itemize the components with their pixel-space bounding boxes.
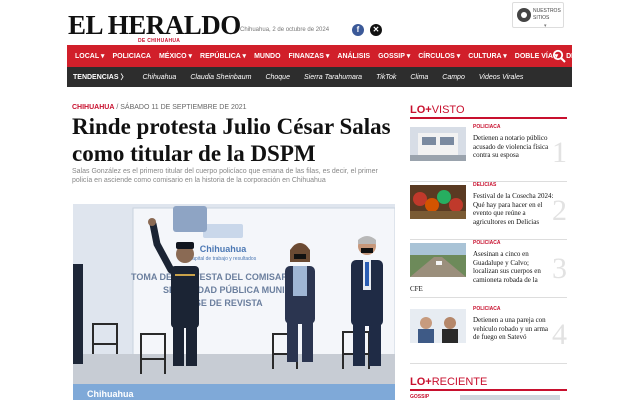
our-sites-button[interactable]: NUESTROS SITIOS ▾ bbox=[512, 2, 564, 29]
most-viewed-title[interactable]: Asesinan a cinco en Guadalupe y Calvo; l… bbox=[473, 250, 555, 284]
most-viewed-thumbnail[interactable] bbox=[410, 185, 466, 219]
most-viewed-rank: 2 bbox=[552, 194, 567, 227]
nav-item-policiaca[interactable]: POLICIACA bbox=[108, 53, 155, 60]
article-photo-scene: Chihuahua capital de trabajo y resultado… bbox=[73, 204, 395, 400]
facebook-icon[interactable]: f bbox=[352, 24, 364, 36]
most-viewed-item[interactable]: POLICIACA Detienen a una pareja con vehí… bbox=[410, 306, 567, 364]
site-header: EL HERALDO DE CHIHUAHUA Chihuahua, 2 de … bbox=[0, 0, 640, 44]
nav-item-finanzas[interactable]: FINANZAS ▾ bbox=[285, 52, 334, 60]
recent-category[interactable]: GOSSIP bbox=[410, 394, 429, 400]
nav-item-gossip[interactable]: GOSSIP ▾ bbox=[374, 52, 414, 60]
recent-thumbnail[interactable] bbox=[460, 395, 560, 400]
article-summary: Salas González es el primero titular del… bbox=[72, 168, 378, 184]
banner-text-toma: TOMA DE PROTESTA DEL COMISARIO bbox=[131, 272, 297, 282]
recent-heading-lite: RECIENTE bbox=[431, 376, 488, 388]
most-viewed-category[interactable]: POLICIACA bbox=[473, 306, 501, 312]
trending-item[interactable]: Choque bbox=[258, 74, 297, 81]
nav-item-circulos[interactable]: CÍRCULOS ▾ bbox=[414, 52, 464, 60]
most-viewed-thumbnail[interactable] bbox=[410, 309, 466, 343]
most-viewed-rank: 1 bbox=[552, 136, 567, 169]
trending-item[interactable]: Chihuahua bbox=[135, 74, 183, 81]
most-viewed-heading-lite: VISTO bbox=[431, 104, 465, 116]
nav-item-analisis[interactable]: ANÁLISIS bbox=[333, 53, 374, 60]
most-viewed-category[interactable]: POLICIACA bbox=[473, 240, 501, 246]
nav-item-republica[interactable]: REPÚBLICA ▾ bbox=[196, 52, 250, 60]
most-viewed-item[interactable]: DELICIAS Festival de la Cosecha 2024: Qu… bbox=[410, 182, 567, 240]
most-viewed-title[interactable]: Detienen a notario público acusado de vi… bbox=[473, 134, 555, 160]
trending-bar: TENDENCIAS 〉 Chihuahua Claudia Sheinbaum… bbox=[67, 67, 572, 87]
main-nav: LOCAL ▾ POLICIACA MÉXICO ▾ REPÚBLICA ▾ M… bbox=[67, 45, 610, 67]
recent-heading: LO+RECIENTE bbox=[410, 376, 567, 391]
article-photo: Chihuahua capital de trabajo y resultado… bbox=[73, 204, 395, 400]
article-section-link[interactable]: CHIHUAHUA bbox=[72, 104, 114, 111]
trending-title: TENDENCIAS 〉 bbox=[73, 74, 128, 81]
trending-item[interactable]: Videos Virales bbox=[472, 74, 531, 81]
nav-item-local[interactable]: LOCAL ▾ bbox=[71, 52, 108, 60]
trending-item[interactable]: Sierra Tarahumara bbox=[297, 74, 369, 81]
header-date: Chihuahua, 2 de octubre de 2024 bbox=[240, 27, 330, 33]
trending-item[interactable]: Campo bbox=[435, 74, 472, 81]
most-viewed-rank: 4 bbox=[552, 318, 567, 351]
trending-item[interactable]: Clima bbox=[403, 74, 435, 81]
most-viewed-thumbnail[interactable] bbox=[410, 243, 466, 277]
article-headline: Rinde protesta Julio César Salas como ti… bbox=[72, 114, 391, 166]
most-viewed-category[interactable]: DELICIAS bbox=[473, 182, 496, 188]
most-viewed-heading-bold: LO+ bbox=[410, 104, 432, 116]
most-viewed-category[interactable]: POLICIACA bbox=[473, 124, 501, 130]
most-viewed-item[interactable]: POLICIACA Asesinan a cinco en Guadalupe … bbox=[410, 240, 567, 298]
banner-text-slogan: capital de trabajo y resultados bbox=[190, 256, 257, 262]
nav-item-cultura[interactable]: CULTURA ▾ bbox=[464, 52, 511, 60]
most-viewed-thumbnail[interactable] bbox=[410, 127, 466, 161]
article-date: / SÁBADO 11 DE SEPTIEMBRE DE 2021 bbox=[116, 104, 247, 111]
recent-heading-bold: LO+ bbox=[410, 376, 432, 388]
our-sites-label: NUESTROS SITIOS bbox=[533, 8, 561, 21]
site-logo[interactable]: EL HERALDO bbox=[68, 12, 241, 39]
banner-text-chihuahua: Chihuahua bbox=[200, 244, 247, 254]
nav-item-deportes[interactable]: DEPORTES ▾ bbox=[562, 52, 614, 60]
most-viewed-rank: 3 bbox=[552, 252, 567, 285]
most-viewed-heading: LO+VISTO bbox=[410, 104, 567, 119]
article-meta: CHIHUAHUA / SÁBADO 11 DE SEPTIEMBRE DE 2… bbox=[72, 104, 247, 111]
most-viewed-title[interactable]: Detienen a una pareja con vehículo robad… bbox=[473, 316, 555, 342]
most-viewed-title-continued[interactable]: CFE bbox=[410, 285, 423, 293]
most-viewed-title[interactable]: Festival de la Cosecha 2024: Qué hay par… bbox=[473, 192, 555, 226]
globe-icon bbox=[517, 8, 531, 22]
most-viewed-item[interactable]: POLICIACA Detienen a notario público acu… bbox=[410, 124, 567, 182]
site-logo-subtitle: DE CHIHUAHUA bbox=[138, 38, 181, 44]
search-icon[interactable] bbox=[552, 49, 566, 63]
x-twitter-icon[interactable]: ✕ bbox=[370, 24, 382, 36]
nav-item-mundo[interactable]: MUNDO bbox=[250, 53, 284, 60]
page: EL HERALDO DE CHIHUAHUA Chihuahua, 2 de … bbox=[0, 0, 640, 400]
chevron-down-icon: ▾ bbox=[544, 23, 547, 29]
nav-item-mexico[interactable]: MÉXICO ▾ bbox=[155, 52, 196, 60]
floor-banner-text: Chihuahua bbox=[87, 389, 134, 399]
trending-item[interactable]: Claudia Sheinbaum bbox=[183, 74, 258, 81]
trending-item[interactable]: TikTok bbox=[369, 74, 403, 81]
